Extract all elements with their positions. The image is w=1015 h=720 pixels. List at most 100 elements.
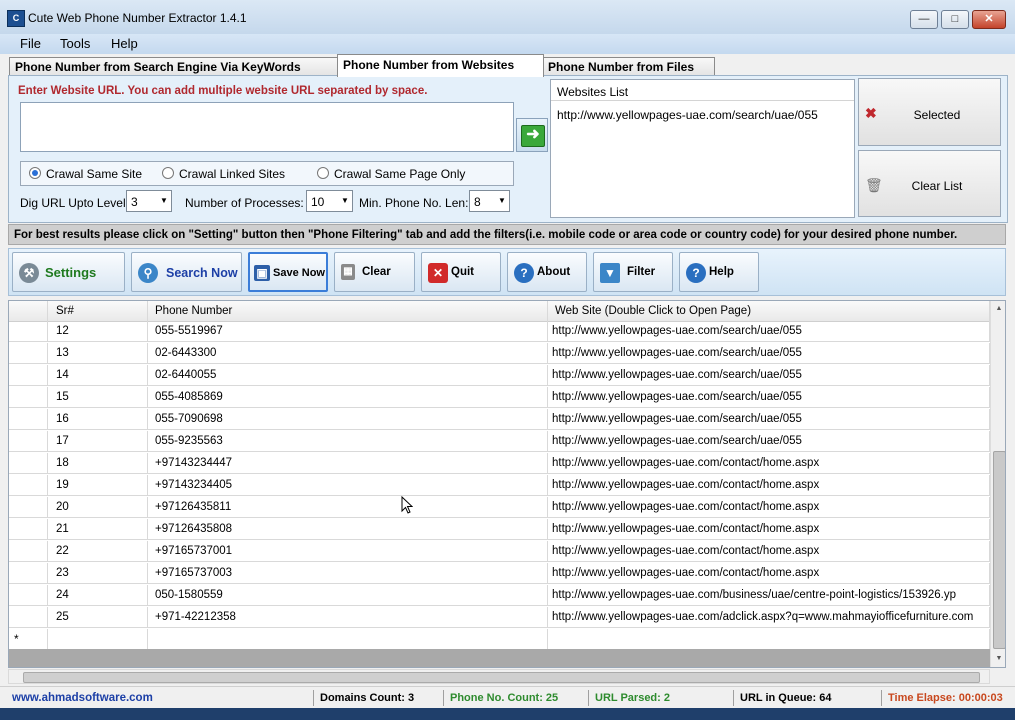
cell-phone[interactable]: +97143234405 xyxy=(148,475,548,496)
row-header[interactable] xyxy=(9,409,48,430)
radio-crawl-same-page[interactable]: Crawal Same Page Only xyxy=(317,167,465,181)
radio-crawl-same-site[interactable]: Crawal Same Site xyxy=(29,167,142,181)
cell-sr[interactable]: 14 xyxy=(48,365,148,386)
cell-sr[interactable]: 24 xyxy=(48,585,148,606)
table-row[interactable]: 16 055-7090698 http://www.yellowpages-uae.… xyxy=(9,409,990,431)
scrollbar-thumb[interactable] xyxy=(993,451,1005,649)
row-header[interactable] xyxy=(9,387,48,408)
menu-help[interactable]: Help xyxy=(111,34,138,54)
cell-phone[interactable]: 050-1580559 xyxy=(148,585,548,606)
cell-website[interactable]: http://www.yellowpages-uae.com/adclick.a… xyxy=(548,607,990,628)
cell-sr[interactable]: 22 xyxy=(48,541,148,562)
cell-website[interactable]: http://www.yellowpages-uae.com/contact/h… xyxy=(548,453,990,474)
row-header[interactable] xyxy=(9,365,48,386)
cell-sr[interactable]: 13 xyxy=(48,343,148,364)
cell-website[interactable]: http://www.yellowpages-uae.com/search/ua… xyxy=(548,343,990,364)
cell-phone[interactable]: +97126435811 xyxy=(148,497,548,518)
table-row[interactable]: 20 +97126435811 http://www.yellowpages-uae… xyxy=(9,497,990,519)
cell-phone[interactable]: +97165737001 xyxy=(148,541,548,562)
help-button[interactable]: ? Help xyxy=(679,252,759,292)
maximize-button[interactable]: □ xyxy=(941,10,969,29)
cell-phone[interactable]: 055-5519967 xyxy=(148,321,548,342)
cell-website[interactable]: http://www.yellowpages-uae.com/search/ua… xyxy=(548,321,990,342)
table-row[interactable]: 17 055-9235563 http://www.yellowpages-uae.… xyxy=(9,431,990,453)
new-row[interactable]: * xyxy=(9,629,990,651)
table-row[interactable]: 15 055-4085869 http://www.yellowpages-uae.… xyxy=(9,387,990,409)
table-row[interactable]: 23 +97165737003 http://www.yellowpages-uae… xyxy=(9,563,990,585)
table-row[interactable]: 24 050-1580559 http://www.yellowpages-uae.… xyxy=(9,585,990,607)
row-header[interactable] xyxy=(9,497,48,518)
table-row[interactable]: 18 +97143234447 http://www.yellowpages-uae… xyxy=(9,453,990,475)
scroll-up-icon[interactable]: ▲ xyxy=(991,301,1005,317)
tab-search-engine[interactable]: Phone Number from Search Engine Via KeyW… xyxy=(9,57,338,76)
table-row[interactable]: 19 +97143234405 http://www.yellowpages-uae… xyxy=(9,475,990,497)
cell-website[interactable]: http://www.yellowpages-uae.com/search/ua… xyxy=(548,409,990,430)
tab-files[interactable]: Phone Number from Files xyxy=(542,57,715,76)
cell-phone[interactable]: 055-7090698 xyxy=(148,409,548,430)
cell-phone[interactable]: 055-9235563 xyxy=(148,431,548,452)
vertical-scrollbar[interactable]: ▲ ▼ xyxy=(990,301,1005,667)
row-header[interactable] xyxy=(9,453,48,474)
horizontal-scrollbar[interactable] xyxy=(8,669,990,684)
cell-website[interactable]: http://www.yellowpages-uae.com/contact/h… xyxy=(548,475,990,496)
cell-phone[interactable]: +97143234447 xyxy=(148,453,548,474)
search-now-button[interactable]: ⚲ Search Now xyxy=(131,252,242,292)
close-button[interactable]: ✕ xyxy=(972,10,1006,29)
row-header[interactable] xyxy=(9,585,48,606)
column-header-phone[interactable]: Phone Number xyxy=(148,301,548,321)
cell-sr[interactable]: 23 xyxy=(48,563,148,584)
row-header[interactable] xyxy=(9,475,48,496)
settings-button[interactable]: ⚒ Settings xyxy=(12,252,125,292)
processes-select[interactable]: 10 ▼ xyxy=(306,190,353,212)
cell-website[interactable]: http://www.yellowpages-uae.com/contact/h… xyxy=(548,497,990,518)
cell-website[interactable]: http://www.yellowpages-uae.com/contact/h… xyxy=(548,541,990,562)
menu-file[interactable]: File xyxy=(20,34,41,54)
row-header[interactable] xyxy=(9,519,48,540)
scroll-down-icon[interactable]: ▼ xyxy=(991,651,1005,667)
cell-website[interactable]: http://www.yellowpages-uae.com/contact/h… xyxy=(548,519,990,540)
column-header-sr[interactable]: Sr# xyxy=(48,301,148,321)
row-header[interactable] xyxy=(9,541,48,562)
cell-website[interactable]: http://www.yellowpages-uae.com/search/ua… xyxy=(548,365,990,386)
cell-phone[interactable]: 055-4085869 xyxy=(148,387,548,408)
cell-sr[interactable]: 25 xyxy=(48,607,148,628)
cell-website[interactable]: http://www.yellowpages-uae.com/search/ua… xyxy=(548,431,990,452)
about-button[interactable]: ? About xyxy=(507,252,587,292)
add-url-button[interactable]: ➜ xyxy=(516,118,548,152)
dig-level-select[interactable]: 3 ▼ xyxy=(126,190,172,212)
cell-phone[interactable]: 02-6440055 xyxy=(148,365,548,386)
save-now-button[interactable]: ▣ Save Now xyxy=(248,252,328,292)
cell-sr[interactable]: 20 xyxy=(48,497,148,518)
row-header[interactable] xyxy=(9,607,48,628)
cell-phone[interactable]: +971-42212358 xyxy=(148,607,548,628)
cell-phone[interactable]: +97126435808 xyxy=(148,519,548,540)
filter-button[interactable]: ▼ Filter xyxy=(593,252,673,292)
row-header[interactable] xyxy=(9,563,48,584)
cell-website[interactable]: http://www.yellowpages-uae.com/contact/h… xyxy=(548,563,990,584)
column-header-website[interactable]: Web Site (Double Click to Open Page) xyxy=(548,301,990,321)
table-row[interactable]: 25 +971-42212358 http://www.yellowpages-ua… xyxy=(9,607,990,629)
quit-button[interactable]: ✕ Quit xyxy=(421,252,501,292)
row-header[interactable] xyxy=(9,321,48,342)
horizontal-scrollbar-thumb[interactable] xyxy=(23,672,980,683)
tab-websites[interactable]: Phone Number from Websites xyxy=(337,54,544,77)
clear-button[interactable]: ▦ Clear xyxy=(334,252,415,292)
menu-tools[interactable]: Tools xyxy=(60,34,90,54)
table-row[interactable]: 12 055-5519967 http://www.yellowpages-uae.… xyxy=(9,321,990,343)
cell-website[interactable]: http://www.yellowpages-uae.com/search/ua… xyxy=(548,387,990,408)
cell-sr[interactable]: 18 xyxy=(48,453,148,474)
cell-phone[interactable]: +97165737003 xyxy=(148,563,548,584)
table-row[interactable]: 22 +97165737001 http://www.yellowpages-uae… xyxy=(9,541,990,563)
table-row[interactable]: 13 02-6443300 http://www.yellowpages-uae.c… xyxy=(9,343,990,365)
cell-sr[interactable]: 16 xyxy=(48,409,148,430)
min-length-select[interactable]: 8 ▼ xyxy=(469,190,510,212)
cell-website[interactable]: http://www.yellowpages-uae.com/business/… xyxy=(548,585,990,606)
row-header[interactable] xyxy=(9,431,48,452)
remove-selected-button[interactable]: ✖ Selected xyxy=(858,78,1001,146)
clear-list-button[interactable]: 🗑 Clear List xyxy=(858,150,1001,217)
table-row[interactable]: 21 +97126435808 http://www.yellowpages-uae… xyxy=(9,519,990,541)
website-link[interactable]: www.ahmadsoftware.com xyxy=(12,692,153,704)
cell-phone[interactable]: 02-6443300 xyxy=(148,343,548,364)
minimize-button[interactable]: — xyxy=(910,10,938,29)
cell-sr[interactable]: 15 xyxy=(48,387,148,408)
